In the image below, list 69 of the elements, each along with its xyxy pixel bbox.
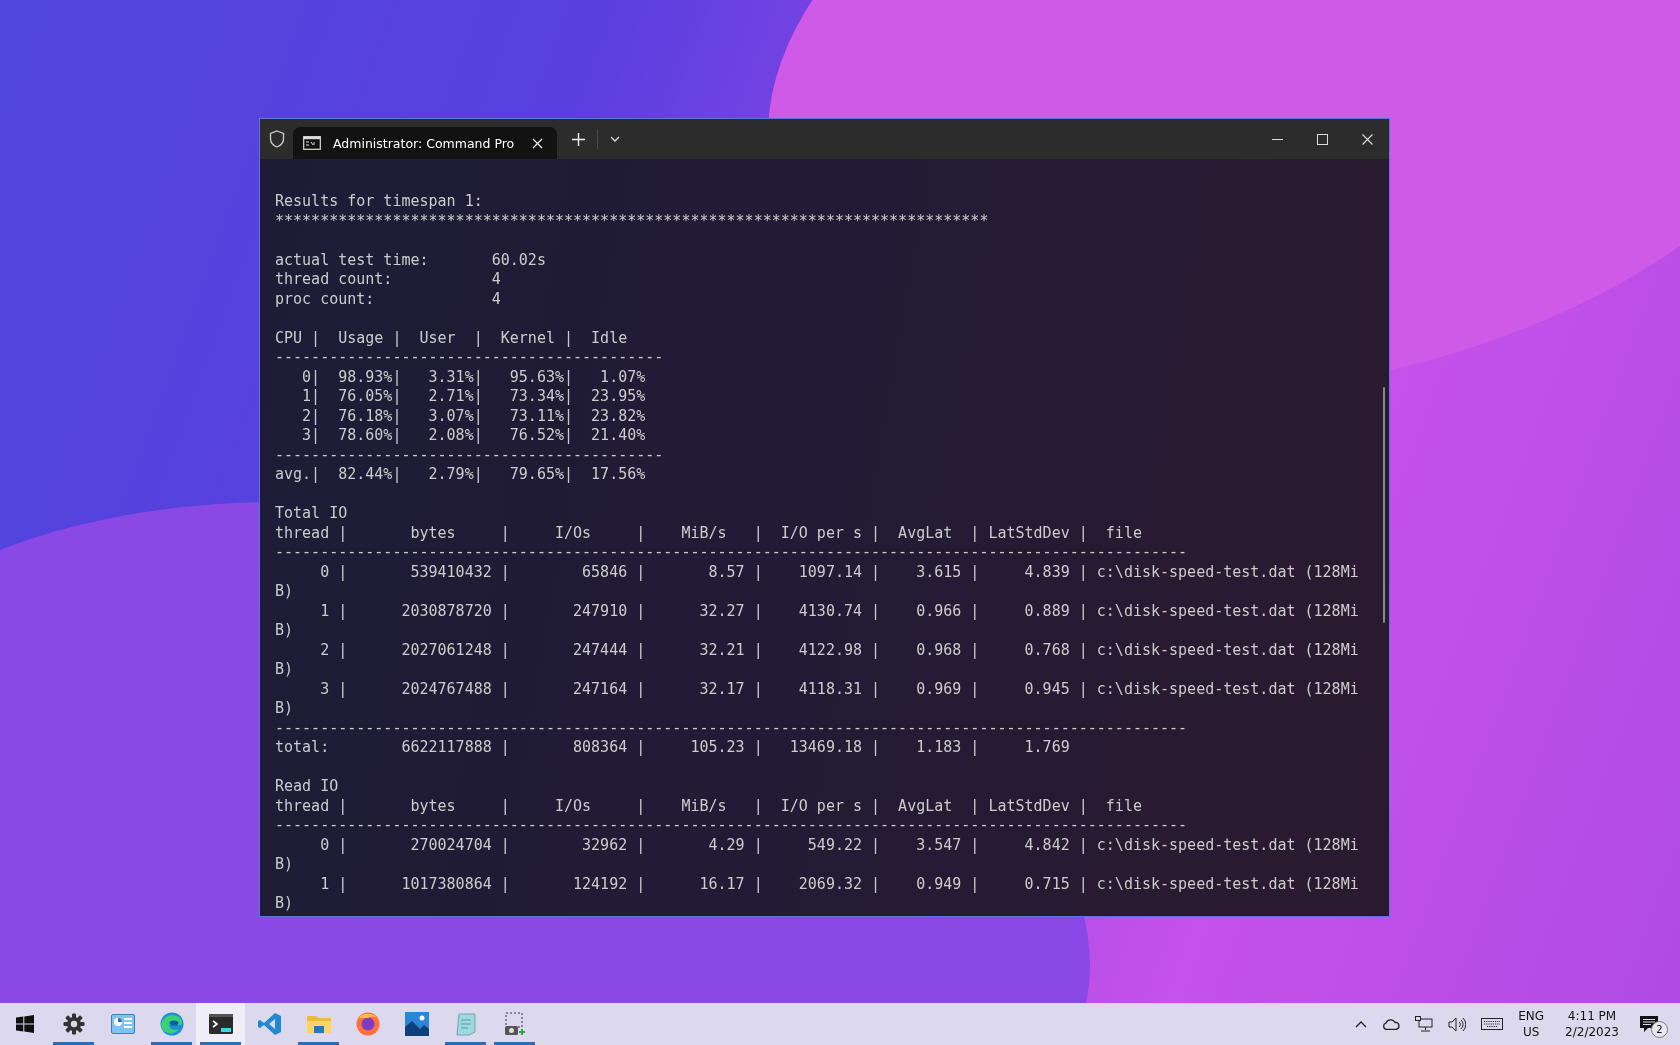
terminal-line: B): [275, 582, 294, 602]
terminal-line: thread | bytes | I/Os | MiB/s | I/O per s | AvgLat | LatStdDev | file: [275, 796, 1142, 816]
terminal-line: 1 | 2030878720 | 247910 | 32.27 | 4130.74 | 0.966 | 0.889 | c:\disk-speed-test.dat (128Mi: [319, 601, 1359, 621]
gear-icon: [62, 1013, 85, 1035]
terminal-line: -------------------------------------------: [275, 348, 664, 368]
taskbar-app[interactable]: [196, 1003, 245, 1045]
command-prompt-icon: [303, 136, 321, 150]
browser-icon: [159, 1012, 184, 1036]
terminal-line: 1| 76.05%| 2.71%| 73.34%| 23.95%: [301, 387, 646, 407]
terminal-line: total: 6622117888 | 808364 | 105.23 | 13469.18 | 1.183 | 1.769: [275, 738, 1070, 758]
scrollbar-thumb[interactable]: [1383, 387, 1385, 623]
keyboard-icon[interactable]: [1481, 1018, 1504, 1030]
running-indicator: [445, 1042, 486, 1045]
maximize-icon[interactable]: [1317, 133, 1328, 145]
language-indicator[interactable]: ENG US: [1518, 1008, 1545, 1040]
running-indicator: [494, 1042, 535, 1045]
terminal-line: 0| 98.93%| 3.31%| 95.63%| 1.07%: [301, 367, 646, 387]
terminal-line: -----------------------------------------------------------------------------------------------------: [275, 718, 1188, 738]
code-editor-icon: [257, 1012, 282, 1036]
screenshot-icon: [502, 1012, 527, 1036]
tab-title: Administrator: Command Pro: [333, 135, 515, 151]
cloud-icon[interactable]: [1382, 1018, 1401, 1030]
terminal-line: 0 | 270024704 | 32962 | 4.29 | 549.22 | 3.547 | 4.842 | c:\disk-speed-test.dat (128Mi: [319, 835, 1359, 855]
running-indicator: [200, 1042, 241, 1045]
network-icon[interactable]: [1415, 1016, 1434, 1032]
folder-icon: [306, 1014, 331, 1034]
new-tab-icon[interactable]: [572, 132, 586, 146]
terminal-line: proc count: 4: [275, 289, 501, 309]
terminal-line: B): [275, 660, 294, 680]
terminal-line: actual test time: 60.02s: [275, 250, 546, 270]
terminal-line: avg.| 82.44%| 2.79%| 79.65%| 17.56%: [275, 465, 646, 485]
terminal-line: 3 | 2024767488 | 247164 | 32.17 | 4118.31 | 0.969 | 0.945 | c:\disk-speed-test.dat (128Mi: [319, 679, 1359, 699]
terminal-line: 2| 76.18%| 3.07%| 73.11%| 23.82%: [301, 406, 646, 426]
caret-up-icon[interactable]: [1355, 1020, 1368, 1028]
terminal-line: B): [275, 699, 294, 719]
speaker-icon[interactable]: [1448, 1016, 1467, 1032]
control-panel-icon: [110, 1014, 135, 1034]
terminal-line: *******************************************************************************: [275, 211, 989, 231]
terminal-line: 0 | 539410432 | 65846 | 8.57 | 1097.14 | 3.615 | 4.839 | c:\disk-speed-test.dat (128Mi: [319, 562, 1359, 582]
notepad-icon: [454, 1012, 477, 1036]
terminal-line: -------------------------------------------: [275, 445, 664, 465]
running-indicator: [151, 1042, 192, 1045]
terminal-line: B): [275, 621, 294, 641]
terminal-line: -----------------------------------------------------------------------------------------------------: [275, 816, 1188, 836]
terminal-line: B): [275, 855, 294, 875]
terminal-line: Read IO: [275, 777, 339, 797]
terminal-line: thread count: 4: [275, 270, 501, 290]
terminal-line: CPU | Usage | User | Kernel | Idle: [275, 328, 628, 348]
terminal-line: 3| 78.60%| 2.08%| 76.52%| 21.40%: [301, 426, 646, 446]
terminal-line: 1 | 1017380864 | 124192 | 16.17 | 2069.32 | 0.949 | 0.715 | c:\disk-speed-test.dat (128Mi: [319, 874, 1359, 894]
photo-icon: [404, 1012, 429, 1036]
terminal-icon: [208, 1014, 233, 1034]
terminal-line: B): [275, 894, 294, 914]
terminal-line: -----------------------------------------------------------------------------------------------------: [275, 543, 1188, 563]
clock[interactable]: 4:11 PM 2/2/2023: [1565, 1008, 1619, 1040]
terminal-line: Total IO: [275, 504, 348, 524]
shield-icon: [269, 130, 285, 148]
running-indicator: [298, 1042, 339, 1045]
terminal-line: Results for timespan 1:: [275, 192, 483, 212]
running-indicator: [53, 1042, 94, 1045]
notification-count: 2: [1651, 1021, 1668, 1038]
terminal-line: 2 | 2027061248 | 247444 | 32.21 | 4122.98 | 0.968 | 0.768 | c:\disk-speed-test.dat (128Mi: [319, 640, 1359, 660]
close-icon[interactable]: [1362, 133, 1373, 145]
close-icon[interactable]: [532, 137, 544, 149]
terminal-tab[interactable]: Administrator: Command Pro: [293, 127, 558, 159]
terminal-line: thread | bytes | I/Os | MiB/s | I/O per s | AvgLat | LatStdDev | file: [275, 523, 1142, 543]
minimize-icon[interactable]: [1272, 138, 1283, 140]
dropdown-caret-icon[interactable]: [610, 136, 621, 142]
windows-logo-icon: [15, 1015, 34, 1033]
